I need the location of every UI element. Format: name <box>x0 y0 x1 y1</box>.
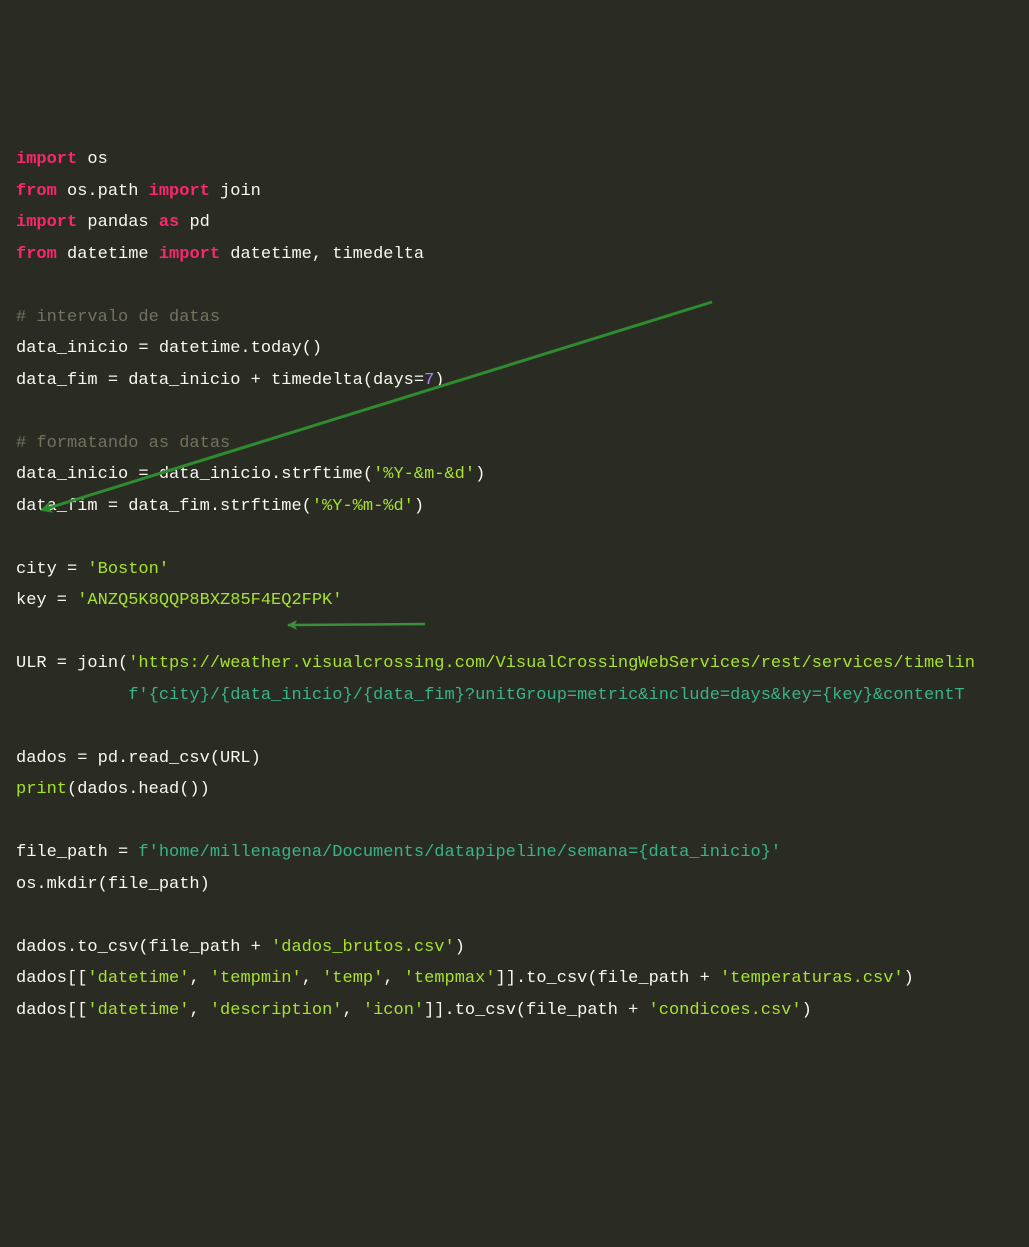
blank-line <box>16 906 26 925</box>
code-line: dados[['datetime', 'description', 'icon'… <box>16 1001 812 1020</box>
string-literal: 'icon' <box>363 1001 424 1020</box>
string-literal: 'tempmax' <box>404 969 496 988</box>
code-line: data_fim = data_fim.strftime('%Y-%m-%d') <box>16 497 424 516</box>
code-line: data_inicio = datetime.today() <box>16 339 322 358</box>
blank-line <box>16 276 26 295</box>
blank-line <box>16 812 26 831</box>
code-line: # formatando as datas <box>16 434 230 453</box>
string-literal: 'temperaturas.csv' <box>720 969 904 988</box>
fstring-literal: f'{city}/{data_inicio}/{data_fim}?unitGr… <box>128 686 965 705</box>
keyword-import: import <box>16 150 77 169</box>
code-line: from os.path import join <box>16 182 261 201</box>
string-literal: 'ANZQ5K8QQP8BXZ85F4EQ2FPK' <box>77 591 342 610</box>
code-line: os.mkdir(file_path) <box>16 875 210 894</box>
keyword-from: from <box>16 182 57 201</box>
keyword-import: import <box>149 182 210 201</box>
fstring-literal: f'home/millenagena/Documents/datapipelin… <box>138 843 781 862</box>
code-line: file_path = f'home/millenagena/Documents… <box>16 843 781 862</box>
keyword-from: from <box>16 245 57 264</box>
code-line: # intervalo de datas <box>16 308 220 327</box>
comment: # intervalo de datas <box>16 308 220 327</box>
blank-line <box>16 623 26 642</box>
code-editor: import os from os.path import join impor… <box>16 144 1013 1026</box>
builtin-print: print <box>16 780 67 799</box>
keyword-import: import <box>16 213 77 232</box>
string-literal: '%Y-&m-&d' <box>373 465 475 484</box>
code-line: import pandas as pd <box>16 213 210 232</box>
code-line: key = 'ANZQ5K8QQP8BXZ85F4EQ2FPK' <box>16 591 342 610</box>
string-literal: 'Boston' <box>87 560 169 579</box>
code-line: dados[['datetime', 'tempmin', 'temp', 't… <box>16 969 914 988</box>
code-line: dados.to_csv(file_path + 'dados_brutos.c… <box>16 938 465 957</box>
code-line: f'{city}/{data_inicio}/{data_fim}?unitGr… <box>16 686 965 705</box>
blank-line <box>16 717 26 736</box>
keyword-import: import <box>159 245 220 264</box>
string-literal: '%Y-%m-%d' <box>312 497 414 516</box>
string-literal: 'condicoes.csv' <box>649 1001 802 1020</box>
code-line: print(dados.head()) <box>16 780 210 799</box>
code-line: data_fim = data_inicio + timedelta(days=… <box>16 371 444 390</box>
blank-line <box>16 528 26 547</box>
number-literal: 7 <box>424 371 434 390</box>
comment: # formatando as datas <box>16 434 230 453</box>
code-line: from datetime import datetime, timedelta <box>16 245 424 264</box>
string-literal: 'dados_brutos.csv' <box>271 938 455 957</box>
string-literal: 'https://weather.visualcrossing.com/Visu… <box>128 654 975 673</box>
blank-line <box>16 402 26 421</box>
code-line: ULR = join('https://weather.visualcrossi… <box>16 654 975 673</box>
string-literal: 'description' <box>210 1001 343 1020</box>
code-line: dados = pd.read_csv(URL) <box>16 749 261 768</box>
string-literal: 'datetime' <box>87 1001 189 1020</box>
string-literal: 'datetime' <box>87 969 189 988</box>
string-literal: 'tempmin' <box>210 969 302 988</box>
code-line: import os <box>16 150 108 169</box>
code-line: city = 'Boston' <box>16 560 169 579</box>
code-line: data_inicio = data_inicio.strftime('%Y-&… <box>16 465 485 484</box>
string-literal: 'temp' <box>322 969 383 988</box>
keyword-as: as <box>159 213 179 232</box>
